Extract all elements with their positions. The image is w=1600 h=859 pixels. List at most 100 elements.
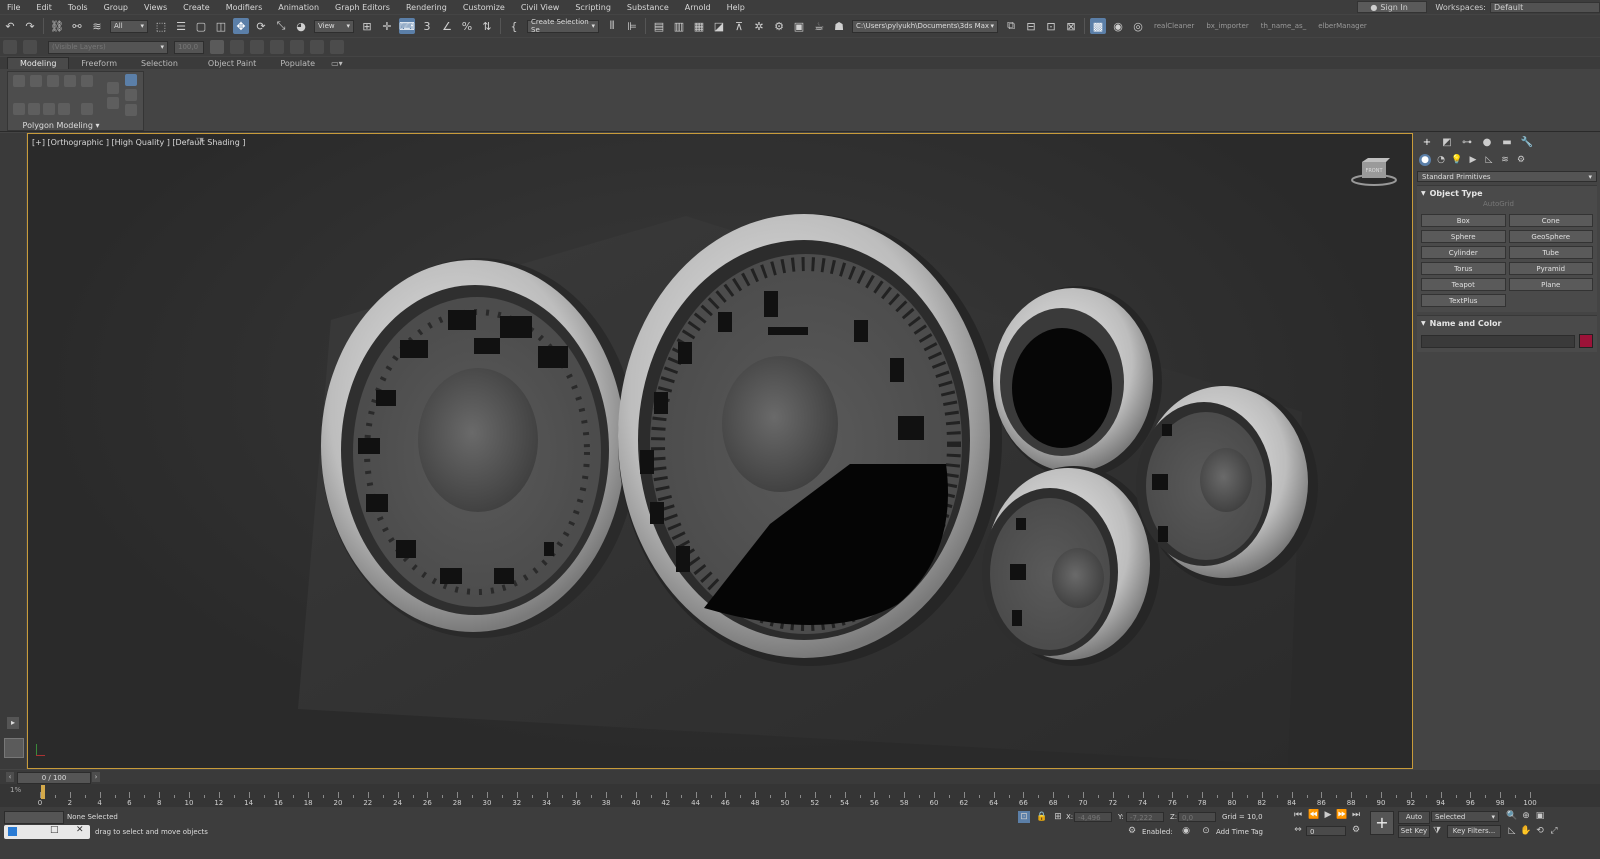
object-color-swatch[interactable] — [1579, 334, 1593, 348]
edit-named-selection-icon[interactable]: { — [506, 18, 522, 34]
project-folder-icon[interactable]: ⊟ — [1023, 18, 1039, 34]
layer-value-field[interactable]: 100,0 — [174, 40, 204, 54]
menu-arnold[interactable]: Arnold — [678, 3, 720, 12]
key-filter-icon[interactable]: ⧩ — [1431, 825, 1443, 837]
torus-button[interactable]: Torus — [1421, 262, 1506, 275]
layer-add-icon[interactable] — [230, 40, 244, 54]
lock-selection-icon[interactable]: 🔒 — [1036, 811, 1048, 823]
window-crossing-icon[interactable]: ◫ — [213, 18, 229, 34]
rendered-frame-window-icon[interactable]: ▣ — [791, 18, 807, 34]
undo-icon[interactable]: ↶ — [2, 18, 18, 34]
current-frame-field[interactable]: 0 — [1306, 826, 1346, 836]
tab-populate[interactable]: Populate — [268, 58, 327, 69]
maximize-viewport-icon[interactable]: ⤢ — [1548, 825, 1560, 837]
ribbon-tool-icon[interactable] — [28, 103, 40, 115]
time-tag-icon[interactable]: ⊙ — [1200, 825, 1212, 837]
next-key-icon[interactable]: ⏩ — [1336, 809, 1348, 821]
y-coordinate-field[interactable]: -7,222 — [1126, 812, 1164, 822]
menu-edit[interactable]: Edit — [29, 3, 61, 12]
select-and-rotate-icon[interactable]: ⟳ — [253, 18, 269, 34]
go-to-end-icon[interactable]: ⏭ — [1350, 809, 1362, 821]
viewport-layout-icon[interactable]: ▩ — [1090, 18, 1106, 34]
schematic-view-icon[interactable]: ⊼ — [731, 18, 747, 34]
box-button[interactable]: Box — [1421, 214, 1506, 227]
frame-ruler[interactable]: 0 2 4 6 8 10 12 14 16 18 20 22 24 26 28 30 32 34 36 38 40 42 4… — [38, 784, 1580, 807]
auto-key-button[interactable]: Auto Key — [1398, 811, 1430, 832]
ribbon-tool-icon[interactable] — [64, 75, 76, 87]
layer-select-icon[interactable] — [250, 40, 264, 54]
layer-freeze-icon[interactable] — [290, 40, 304, 54]
ribbon-tool-icon[interactable] — [30, 75, 42, 87]
set-keys-icon[interactable]: + — [1370, 811, 1394, 835]
ribbon-tool-icon[interactable] — [107, 97, 119, 109]
helpers-icon[interactable]: ◺ — [1483, 154, 1495, 166]
layer-isolate-icon[interactable] — [310, 40, 324, 54]
pan-icon[interactable]: ✋ — [1520, 825, 1532, 837]
workspace-dropdown[interactable]: Default — [1490, 1, 1600, 13]
filter-icon[interactable]: ⧩ — [196, 137, 204, 147]
utilities-tab-icon[interactable]: 🔧 — [1520, 136, 1534, 148]
time-slider[interactable]: 0 / 100 — [17, 772, 91, 784]
geosphere-button[interactable]: GeoSphere — [1508, 230, 1593, 243]
orbit-icon[interactable]: ⟲ — [1534, 825, 1546, 837]
angle-snap-icon[interactable]: ∠ — [439, 18, 455, 34]
curve-editor-icon[interactable]: ◪ — [711, 18, 727, 34]
percent-snap-icon[interactable]: % — [459, 18, 475, 34]
select-by-name-icon[interactable]: ☰ — [173, 18, 189, 34]
tab-selection[interactable]: Selection — [129, 58, 190, 69]
menu-file[interactable]: File — [0, 3, 29, 12]
ribbon-tool-icon[interactable] — [125, 89, 137, 101]
menu-modifiers[interactable]: Modifiers — [219, 3, 272, 12]
named-selection-dropdown[interactable]: Create Selection Se ▾ — [527, 18, 599, 34]
material-editor-icon[interactable]: ✲ — [751, 18, 767, 34]
rectangular-selection-icon[interactable]: ▢ — [193, 18, 209, 34]
plugin-tab[interactable]: elberManager — [1318, 22, 1367, 30]
systems-icon[interactable]: ⚙ — [1515, 154, 1527, 166]
lights-icon[interactable]: 💡 — [1451, 154, 1463, 166]
menu-scripting[interactable]: Scripting — [568, 3, 620, 12]
menu-animation[interactable]: Animation — [271, 3, 328, 12]
isolate-selection-icon[interactable]: ⊡ — [1018, 811, 1030, 823]
maxscript-listener-field[interactable] — [4, 811, 64, 824]
bind-space-warp-icon[interactable]: ≋ — [89, 18, 105, 34]
trackbar-menu-label[interactable]: 1% — [10, 786, 21, 794]
cylinder-button[interactable]: Cylinder — [1421, 246, 1506, 259]
cameras-icon[interactable]: ▶ — [1467, 154, 1479, 166]
tube-button[interactable]: Tube — [1508, 246, 1593, 259]
previous-key-icon[interactable]: ⏪ — [1308, 809, 1320, 821]
autogrid-checkbox[interactable]: AutoGrid — [1417, 200, 1597, 212]
viewport-layout-thumbnail[interactable] — [4, 738, 24, 758]
set-key-button[interactable]: Set Key — [1398, 825, 1430, 838]
key-mode-icon[interactable]: ⇔ — [1292, 824, 1304, 836]
sign-in-dropdown[interactable]: ● Sign In — [1357, 1, 1428, 13]
arnold-render-icon[interactable]: ◉ — [1110, 18, 1126, 34]
ribbon-toggle-icon[interactable]: ▦ — [691, 18, 707, 34]
menu-rendering[interactable]: Rendering — [399, 3, 456, 12]
plane-button[interactable]: Plane — [1508, 278, 1593, 291]
keyboard-shortcut-override-icon[interactable]: ⌨ — [399, 18, 415, 34]
select-manipulate-icon[interactable]: ✛ — [379, 18, 395, 34]
select-and-place-icon[interactable]: ◕ — [293, 18, 309, 34]
project-open-icon[interactable]: ⧉ — [1003, 18, 1019, 34]
space-warps-icon[interactable]: ≋ — [1499, 154, 1511, 166]
sphere-button[interactable]: Sphere — [1421, 230, 1506, 243]
cone-button[interactable]: Cone — [1508, 214, 1593, 227]
teapot-button[interactable]: Teapot — [1421, 278, 1506, 291]
zoom-extents-icon[interactable]: ▣ — [1534, 810, 1546, 822]
viewport-label-menu[interactable]: [+] [Orthographic ] [High Quality ] [Def… — [32, 138, 245, 147]
modify-mode-icon[interactable] — [125, 74, 137, 86]
modify-tab-icon[interactable]: ◩ — [1440, 136, 1454, 148]
viewport-front[interactable]: [+] [Orthographic ] [High Quality ] [Def… — [27, 133, 1413, 769]
zoom-all-icon[interactable]: ⊕ — [1520, 810, 1532, 822]
close-icon[interactable]: ✕ — [76, 825, 84, 835]
create-tab-icon[interactable]: + — [1420, 136, 1434, 148]
menu-graph-editors[interactable]: Graph Editors — [328, 3, 399, 12]
textplus-button[interactable]: TextPlus — [1421, 294, 1506, 307]
layer-manager-icon[interactable] — [210, 40, 224, 54]
play-icon[interactable]: ▶ — [1322, 809, 1334, 821]
menu-views[interactable]: Views — [137, 3, 176, 12]
layer-props-icon[interactable] — [330, 40, 344, 54]
layer-icon[interactable] — [3, 40, 17, 54]
key-mode-dropdown[interactable]: Selected ▾ — [1431, 811, 1499, 822]
pivot-center-icon[interactable]: ⊞ — [359, 18, 375, 34]
